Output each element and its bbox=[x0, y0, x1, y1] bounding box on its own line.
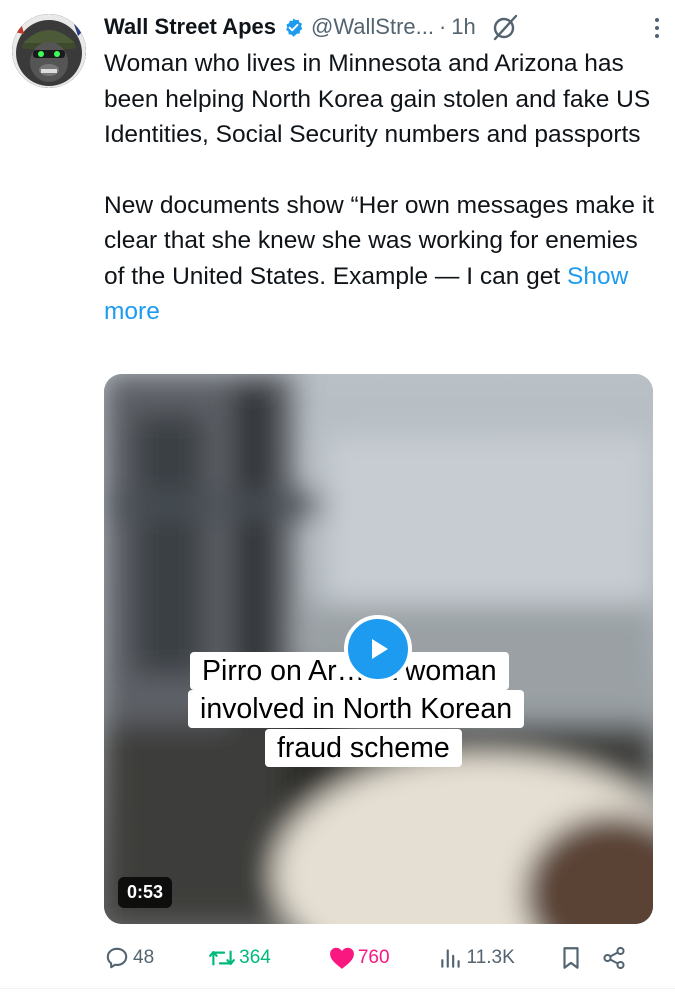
reply-button[interactable]: 48 bbox=[104, 945, 154, 971]
avatar[interactable] bbox=[12, 14, 86, 88]
caption-line-2: involved in North Korean bbox=[188, 690, 525, 728]
views-button[interactable]: 11.3K bbox=[438, 945, 515, 971]
heart-icon bbox=[329, 947, 354, 969]
like-count: 760 bbox=[357, 947, 390, 968]
tweet-paragraph-1: Woman who lives in Minnesota and Arizona… bbox=[104, 50, 651, 148]
reply-icon bbox=[106, 947, 128, 969]
share-icon bbox=[603, 946, 625, 970]
repost-button[interactable]: 364 bbox=[208, 945, 271, 971]
bookmark-icon bbox=[563, 947, 579, 969]
divider bbox=[0, 988, 675, 989]
tweet-header: Wall Street Apes @WallStre... · 1h bbox=[104, 12, 655, 42]
tweet-paragraph-2: New documents show “Her own messages mak… bbox=[104, 188, 664, 330]
verified-badge-icon bbox=[283, 17, 304, 38]
views-icon bbox=[440, 949, 460, 968]
tweet-card[interactable]: Wall Street Apes @WallStre... · 1h Woman… bbox=[0, 0, 675, 995]
author-handle[interactable]: @WallStre... bbox=[311, 14, 434, 40]
repost-icon bbox=[209, 950, 236, 966]
repost-count: 364 bbox=[239, 947, 271, 968]
action-bar: 48 364 760 11.3K bbox=[104, 943, 649, 973]
reply-count: 48 bbox=[133, 947, 155, 968]
timestamp[interactable]: 1h bbox=[451, 14, 475, 40]
bookmark-button[interactable] bbox=[559, 945, 583, 971]
grok-icon[interactable] bbox=[490, 12, 520, 42]
like-button[interactable]: 760 bbox=[329, 946, 390, 970]
views-count: 11.3K bbox=[466, 947, 515, 968]
tweet-text: Woman who lives in Minnesota and Arizona… bbox=[104, 46, 664, 330]
separator-dot: · bbox=[438, 14, 447, 39]
play-icon[interactable] bbox=[344, 615, 412, 683]
share-button[interactable] bbox=[601, 945, 627, 971]
caption-line-3: fraud scheme bbox=[265, 729, 462, 767]
author-name[interactable]: Wall Street Apes bbox=[104, 14, 276, 40]
video-duration: 0:53 bbox=[118, 877, 173, 908]
more-options-icon[interactable] bbox=[647, 14, 667, 42]
video-player[interactable]: Pirro on Ar…na woman involved in North K… bbox=[104, 374, 653, 924]
